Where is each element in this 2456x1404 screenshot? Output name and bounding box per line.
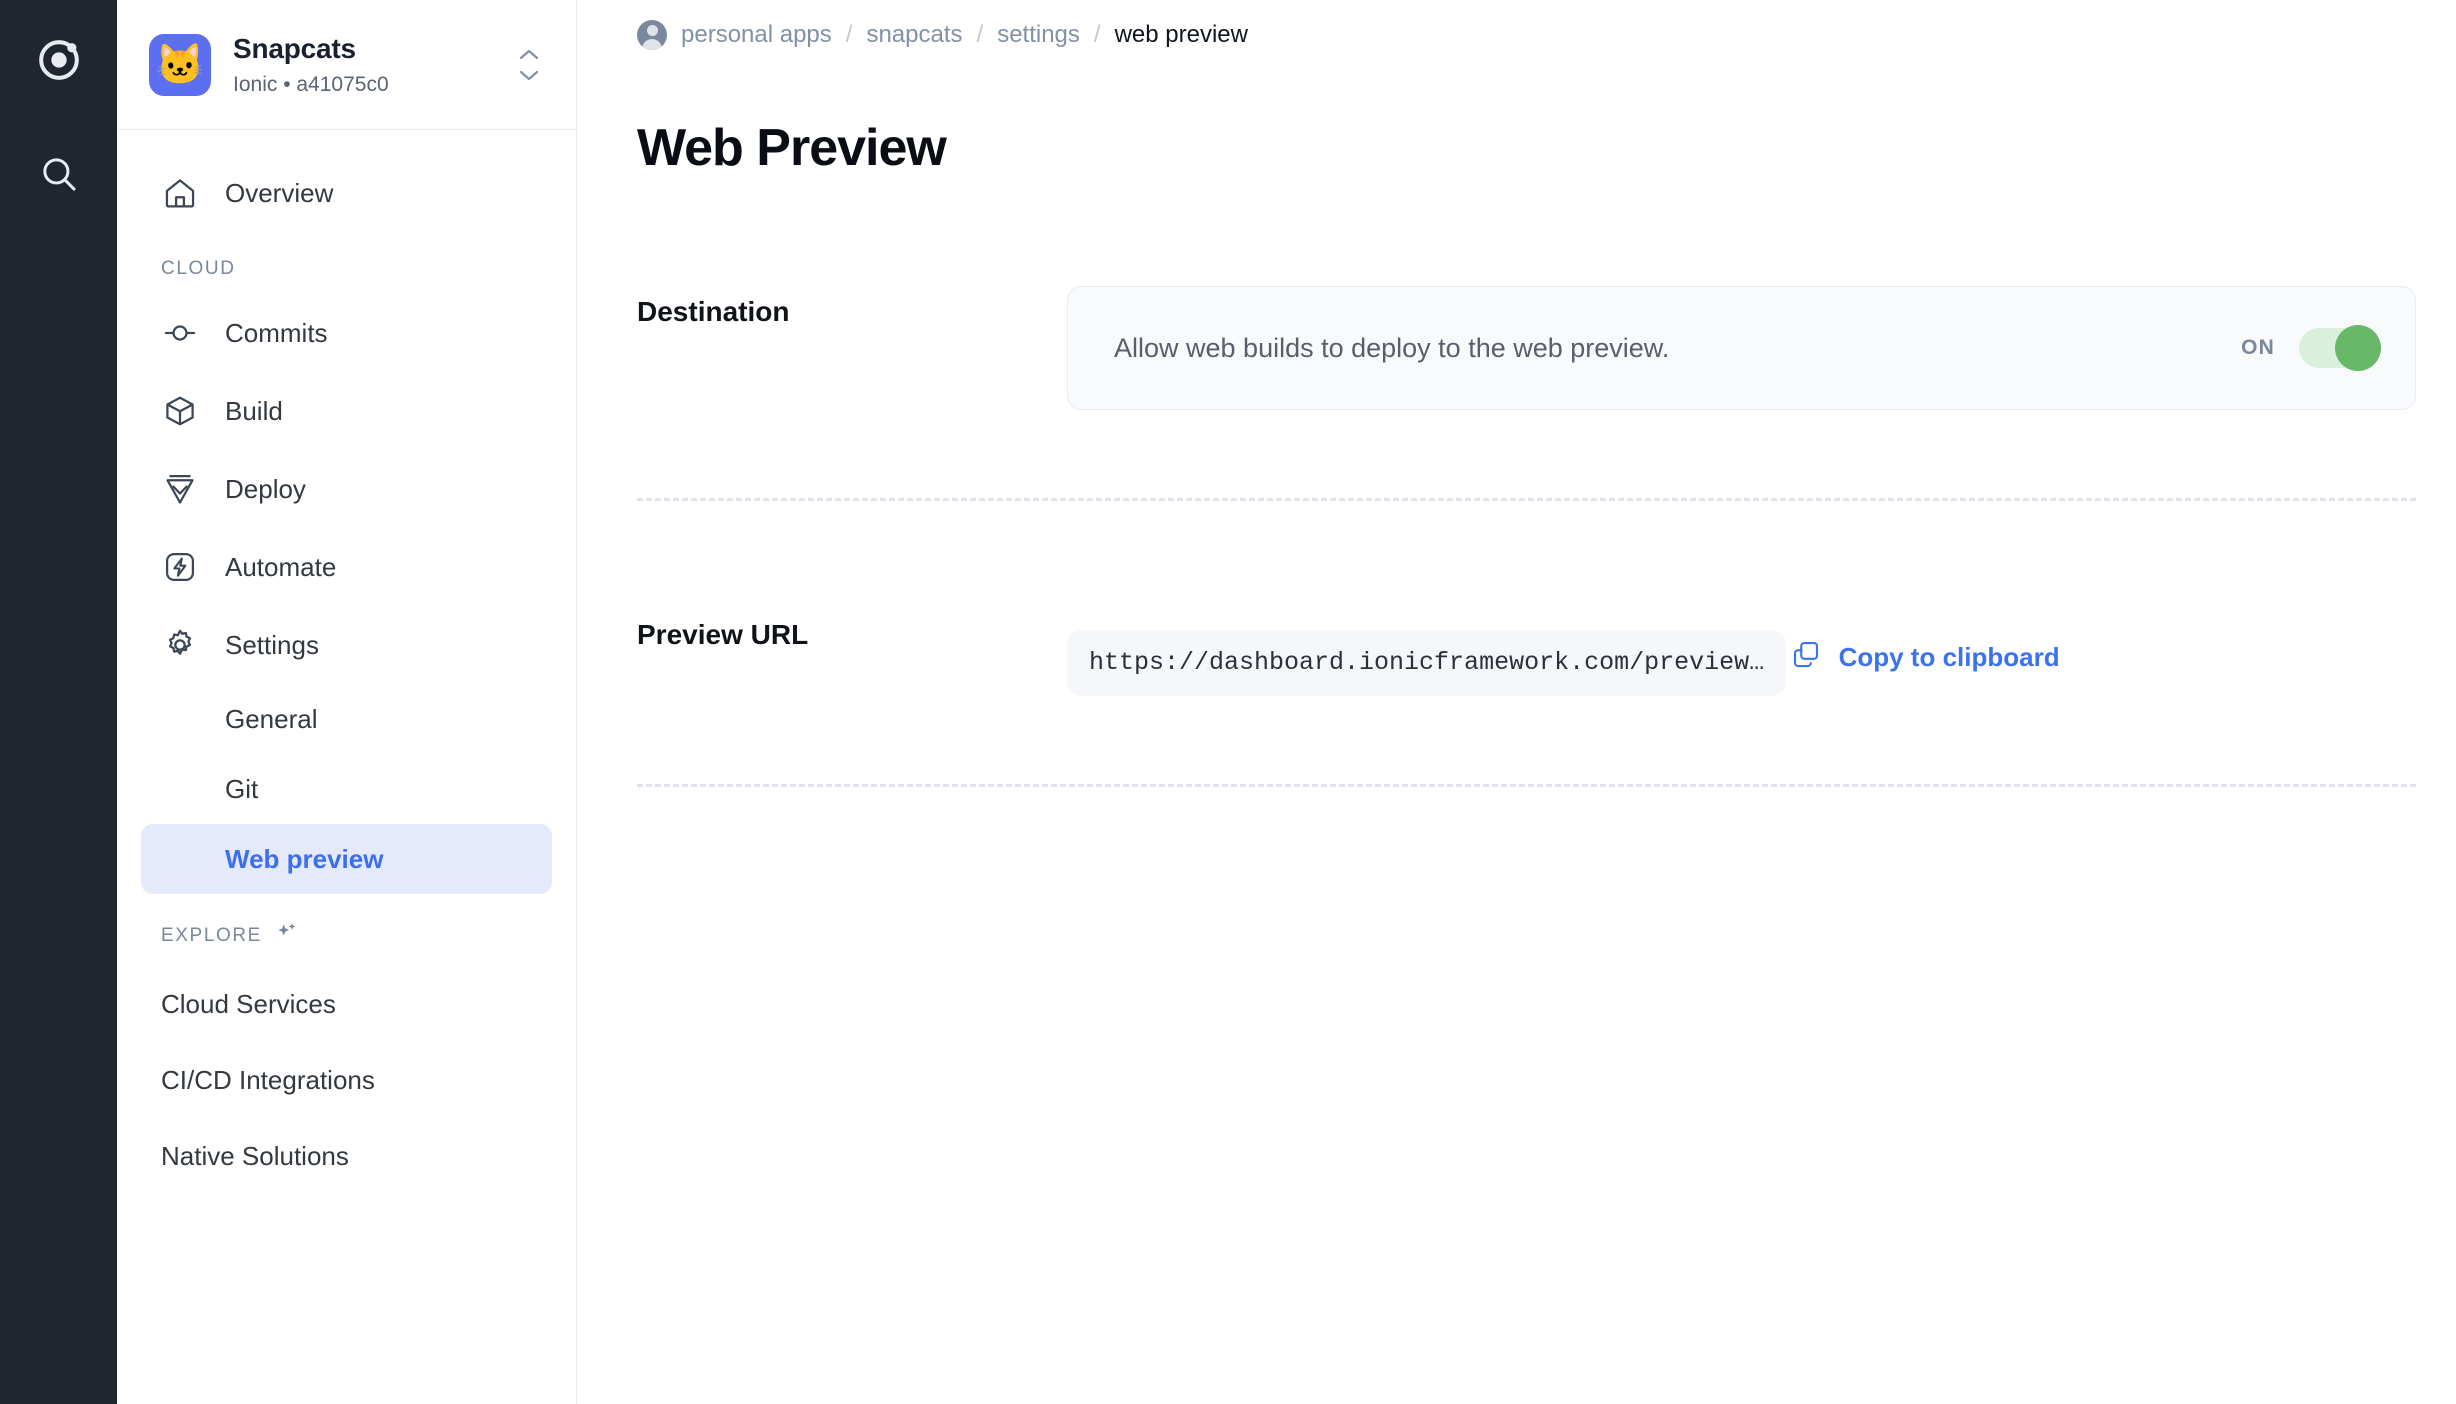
breadcrumb: personal apps / snapcats / settings / we… — [637, 8, 2416, 62]
sidebar-item-cloud-services[interactable]: Cloud Services — [141, 966, 552, 1042]
sidebar-item-label: Settings — [225, 629, 319, 660]
sidebar-item-label: Build — [225, 395, 283, 426]
sidebar-section-cloud: CLOUD — [117, 232, 576, 294]
gear-icon — [161, 626, 199, 664]
project-switcher[interactable]: 🐱 Snapcats Ionic • a41075c0 — [117, 0, 576, 130]
toggle-state-label: ON — [2241, 336, 2275, 359]
destination-body: Allow web builds to deploy to the web pr… — [1067, 286, 2416, 410]
project-meta: Snapcats Ionic • a41075c0 — [233, 32, 516, 97]
destination-toggle[interactable]: ON — [2241, 325, 2381, 371]
sidebar-item-label: Commits — [225, 317, 328, 348]
search-icon[interactable] — [23, 138, 95, 210]
breadcrumb-item-settings[interactable]: settings — [997, 21, 1080, 49]
destination-section: Destination Allow web builds to deploy t… — [637, 178, 2416, 410]
sidebar-section-label: CLOUD — [161, 258, 236, 279]
project-sidebar: 🐱 Snapcats Ionic • a41075c0 Overview CLO… — [117, 0, 577, 1404]
breadcrumb-item-personal-apps[interactable]: personal apps — [681, 21, 832, 49]
sidebar-item-label: Native Solutions — [161, 1140, 349, 1171]
sidebar-item-web-preview[interactable]: Web preview — [141, 824, 552, 894]
cat-app-icon: 🐱 — [149, 33, 211, 96]
preview-url-body: https://dashboard.ionicframework.com/pre… — [1067, 609, 2416, 696]
page-title: Web Preview — [637, 119, 947, 177]
breadcrumb-separator: / — [845, 21, 853, 48]
home-icon — [161, 174, 199, 212]
sidebar-item-label: General — [225, 703, 318, 734]
cat-app-icon-glyph: 🐱 — [155, 42, 205, 87]
preview-url-field[interactable]: https://dashboard.ionicframework.com/pre… — [1067, 629, 1787, 696]
project-name: Snapcats — [233, 33, 356, 65]
sidebar-item-label: Automate — [225, 551, 337, 582]
preview-url-section: Preview URL https://dashboard.ionicframe… — [637, 501, 2416, 696]
breadcrumb-separator: / — [976, 21, 984, 48]
breadcrumb-item-web-preview: web preview — [1114, 21, 1248, 48]
sidebar-item-label: Git — [225, 773, 259, 804]
sidebar-nav: Overview CLOUD Commits Build Deploy Auto… — [117, 130, 576, 1404]
sparkles-icon — [274, 920, 300, 952]
sidebar-item-commits[interactable]: Commits — [141, 294, 552, 372]
breadcrumb-item-snapcats[interactable]: snapcats — [866, 21, 962, 49]
toggle-track[interactable] — [2299, 325, 2381, 371]
destination-label: Destination — [637, 296, 790, 327]
sidebar-item-automate[interactable]: Automate — [141, 528, 552, 606]
main-content: personal apps / snapcats / settings / we… — [577, 0, 2456, 1404]
global-icon-rail — [0, 0, 117, 1404]
sidebar-section-explore: EXPLORE — [117, 894, 576, 966]
destination-description: Allow web builds to deploy to the web pr… — [1114, 332, 1670, 363]
breadcrumb-separator: / — [1093, 21, 1101, 48]
box-icon — [161, 392, 199, 430]
preview-url-value: https://dashboard.ionicframework.com/pre… — [1089, 648, 1765, 677]
sidebar-item-general[interactable]: General — [141, 684, 552, 754]
sidebar-item-settings[interactable]: Settings — [141, 606, 552, 684]
section-divider — [637, 783, 2416, 787]
sidebar-item-label: CI/CD Integrations — [161, 1064, 375, 1095]
sidebar-item-git[interactable]: Git — [141, 754, 552, 824]
sidebar-item-overview[interactable]: Overview — [141, 154, 552, 232]
preview-url-label: Preview URL — [637, 619, 809, 650]
lightning-bolt-icon — [161, 548, 199, 586]
copy-to-clipboard-button[interactable]: Copy to clipboard — [1791, 639, 2060, 676]
sidebar-item-cicd-integrations[interactable]: CI/CD Integrations — [141, 1042, 552, 1118]
sidebar-item-build[interactable]: Build — [141, 372, 552, 450]
sidebar-item-label: Web preview — [225, 843, 384, 874]
user-avatar-icon — [637, 20, 667, 50]
sidebar-item-label: Deploy — [225, 473, 306, 504]
project-subtitle: Ionic • a41075c0 — [233, 72, 389, 96]
sidebar-item-label: Cloud Services — [161, 988, 336, 1019]
sidebar-item-label: Overview — [225, 177, 334, 208]
sidebar-section-label: EXPLORE — [161, 925, 262, 946]
sidebar-item-deploy[interactable]: Deploy — [141, 450, 552, 528]
deploy-icon — [161, 470, 199, 508]
copy-to-clipboard-label: Copy to clipboard — [1838, 642, 2060, 672]
destination-card: Allow web builds to deploy to the web pr… — [1067, 286, 2416, 410]
copy-icon — [1791, 639, 1821, 676]
chevron-up-down-icon[interactable] — [516, 48, 542, 82]
sidebar-item-native-solutions[interactable]: Native Solutions — [141, 1118, 552, 1194]
app-window: 🐱 Snapcats Ionic • a41075c0 Overview CLO… — [0, 0, 2456, 1404]
toggle-knob — [2335, 325, 2381, 371]
ionic-logo-icon[interactable] — [23, 24, 95, 96]
commit-icon — [161, 314, 199, 352]
